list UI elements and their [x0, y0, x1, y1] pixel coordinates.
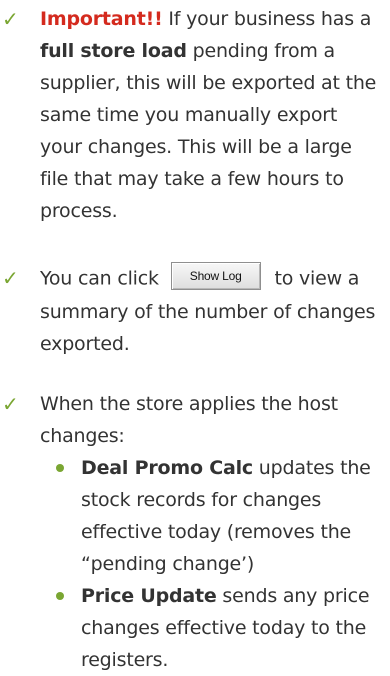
text-segment: If your business has a — [162, 8, 372, 30]
text-segment: You can click — [40, 267, 165, 290]
bullet-item-show-log: ✓ You can click Show Log to view a summa… — [0, 262, 390, 362]
bullet-dot-icon — [56, 464, 64, 472]
bold-phrase: Price Update — [81, 585, 217, 607]
check-mark-icon: ✓ — [2, 392, 19, 416]
bullet-item-host-changes: ✓ When the store applies the host change… — [0, 388, 390, 671]
bullet-item-full-store-load: ✓ Important!! If your business has a ful… — [0, 3, 390, 233]
bullet-dot-icon — [56, 592, 64, 600]
text-segment: pending from a supplier, this will be ex… — [40, 40, 377, 222]
show-log-button[interactable]: Show Log — [170, 262, 261, 290]
check-mark-icon: ✓ — [2, 7, 19, 31]
check-mark-icon: ✓ — [2, 266, 19, 290]
bold-phrase: full store load — [40, 40, 187, 62]
sub-bullet-text: Deal Promo Calc updates the stock record… — [81, 452, 386, 580]
bold-phrase: Deal Promo Calc — [81, 457, 253, 479]
sub-bullet-text: Price Update sends any price changes eff… — [81, 580, 386, 676]
bullet-text: You can click Show Log to view a summary… — [40, 262, 384, 360]
bullet-text: Important!! If your business has a full … — [40, 3, 384, 227]
important-label: Important!! — [40, 8, 163, 30]
bullet-text: When the store applies the host changes: — [40, 393, 338, 447]
document-page: ✓ Important!! If your business has a ful… — [0, 0, 390, 675]
